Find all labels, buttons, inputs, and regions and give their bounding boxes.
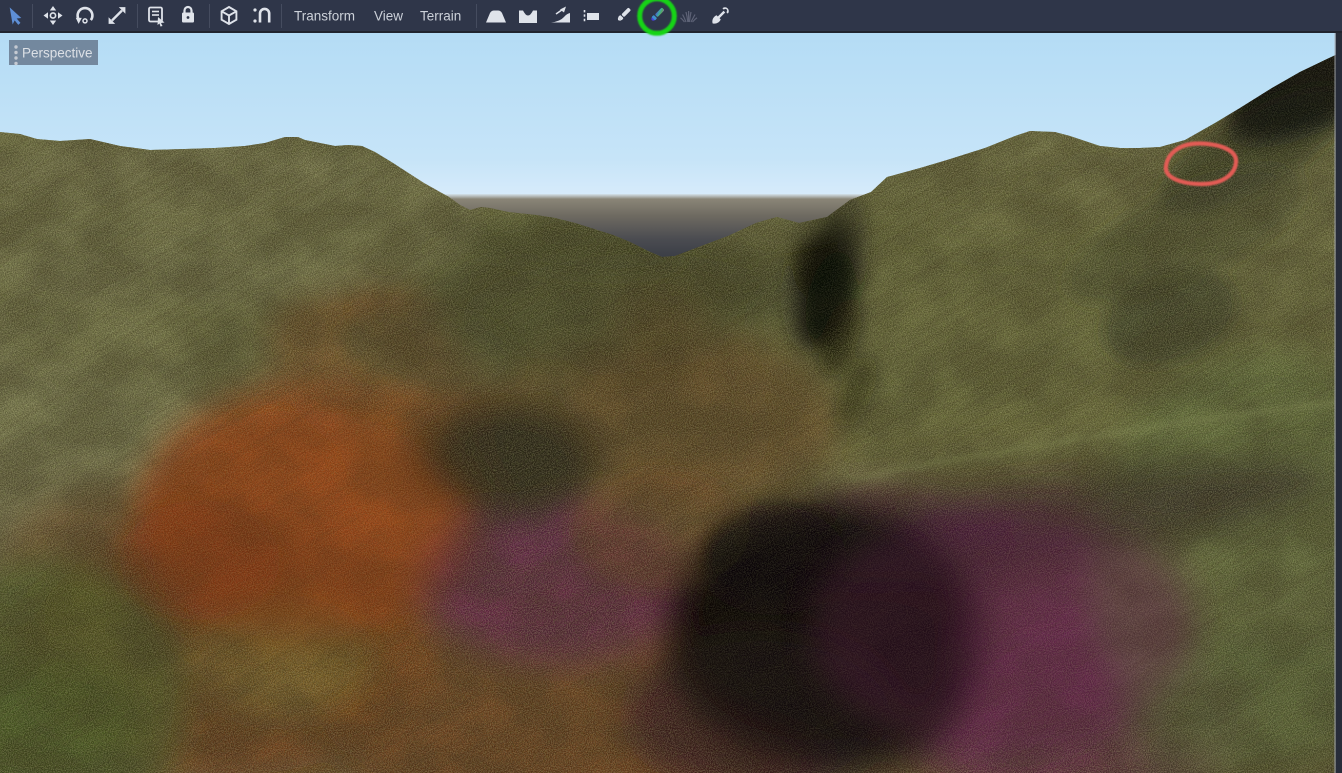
svg-text:View: View — [374, 9, 403, 24]
svg-text:Perspective: Perspective — [22, 46, 93, 61]
svg-text:Terrain: Terrain — [420, 9, 461, 24]
svg-text:Transform: Transform — [294, 9, 355, 24]
